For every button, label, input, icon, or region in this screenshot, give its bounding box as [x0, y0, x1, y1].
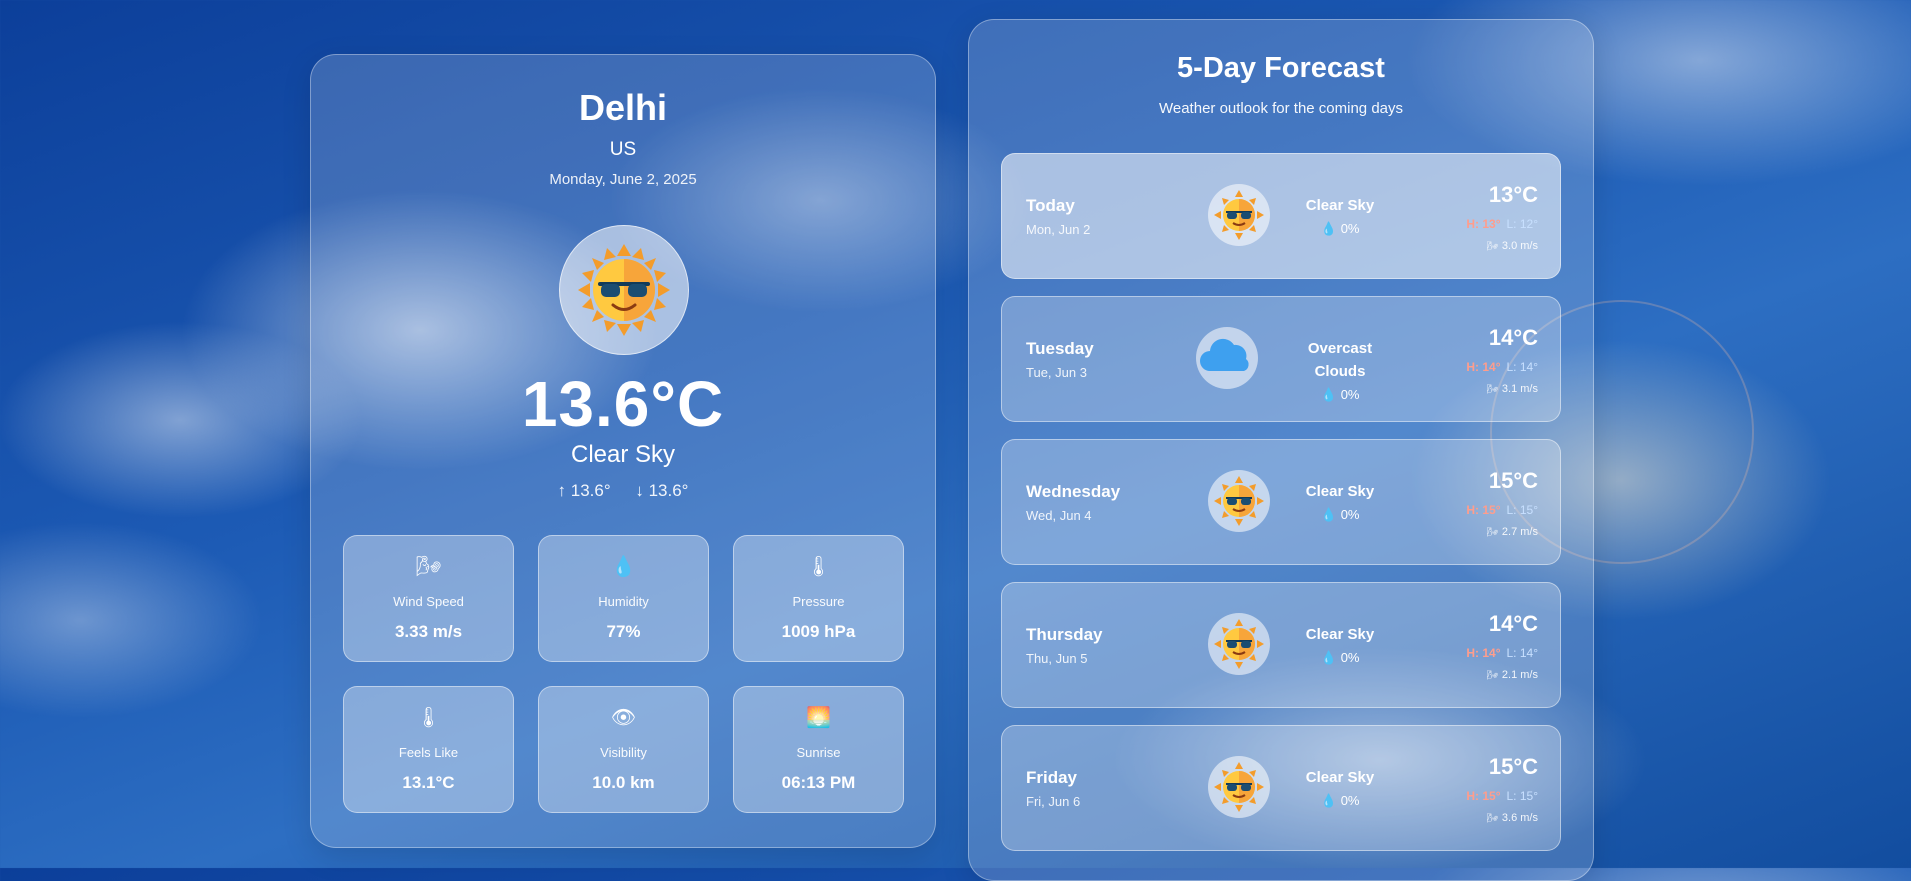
day-temperature: 14°C: [1488, 325, 1538, 350]
stat-label: Sunrise: [796, 745, 841, 760]
day-wind: 🌬 3.0 m/s: [1486, 240, 1538, 252]
day-name: Friday: [1026, 768, 1078, 787]
day-date: Fri, Jun 6: [1026, 794, 1081, 809]
stat-tile-feels-like: 🌡 Feels Like 13.1°C: [343, 686, 514, 813]
precipitation: 💧 0%: [1320, 507, 1360, 522]
forecast-title: 5-Day Forecast: [1177, 52, 1385, 84]
city-name: Delhi: [578, 87, 667, 128]
low-temp: ↓ 13.6°: [635, 481, 689, 500]
humidity-drop-icon: 💧: [611, 556, 636, 578]
arrow-up-icon: ↑: [557, 481, 567, 500]
day-high-low: H: 13° L: 12°: [1466, 217, 1538, 231]
day-high-low: H: 14° L: 14°: [1466, 646, 1538, 660]
day-high-low: H: 14° L: 14°: [1466, 360, 1538, 374]
eye-icon: 👁: [610, 707, 637, 729]
forecast-day-tuesday[interactable]: Tuesday Tue, Jun 3 Overcast Clouds 💧 0% 1…: [1001, 296, 1561, 422]
day-high-low: H: 15° L: 15°: [1466, 789, 1538, 803]
day-condition: Clear Sky 💧 0%: [1280, 194, 1400, 240]
day-wind: 🌬 2.1 m/s: [1486, 669, 1538, 681]
stat-value: 77%: [606, 622, 641, 641]
day-date: Thu, Jun 5: [1026, 651, 1088, 666]
rain-drop-icon: 💧: [1320, 221, 1337, 236]
wind-icon: 🌬: [1486, 670, 1498, 680]
wind-icon: 🌬: [1486, 384, 1498, 394]
day-condition: Clear Sky 💧 0%: [1280, 623, 1400, 669]
sun-icon: [1208, 756, 1270, 818]
wind-icon: 🌬: [1486, 241, 1498, 251]
precipitation: 💧 0%: [1320, 387, 1360, 402]
forecast-day-thursday[interactable]: Thursday Thu, Jun 5 Clear Sky 💧 0% 14°C H…: [1001, 582, 1561, 708]
current-weather-card: Delhi US Monday, June 2, 2025 13.6°C Cle…: [310, 54, 936, 848]
precipitation: 💧 0%: [1320, 793, 1360, 808]
thermometer-icon: 🌡: [415, 707, 442, 729]
day-temperature: 15°C: [1488, 468, 1538, 493]
day-condition: Overcast Clouds 💧 0%: [1280, 337, 1400, 406]
day-wind: 🌬 3.6 m/s: [1486, 812, 1538, 824]
day-date: Tue, Jun 3: [1026, 365, 1087, 380]
sunrise-icon: 🌅: [806, 707, 831, 729]
sun-icon: [1208, 184, 1270, 246]
arrow-down-icon: ↓: [635, 481, 644, 500]
stat-label: Wind Speed: [393, 594, 464, 609]
high-temp: ↑ 13.6°: [557, 481, 611, 500]
stat-value: 13.1°C: [402, 773, 455, 792]
current-condition: Clear Sky: [570, 441, 676, 468]
stat-label: Visibility: [600, 745, 647, 760]
stat-value: 3.33 m/s: [394, 622, 463, 641]
forecast-card: 5-Day Forecast Weather outlook for the c…: [968, 19, 1594, 881]
day-temperature: 15°C: [1488, 754, 1538, 779]
forecast-day-wednesday[interactable]: Wednesday Wed, Jun 4 Clear Sky 💧 0% 15°C …: [1001, 439, 1561, 565]
day-date: Wed, Jun 4: [1026, 508, 1092, 523]
forecast-day-friday[interactable]: Friday Fri, Jun 6 Clear Sky 💧 0% 15°C H: …: [1001, 725, 1561, 851]
precipitation: 💧 0%: [1320, 650, 1360, 665]
day-condition: Clear Sky 💧 0%: [1280, 480, 1400, 526]
day-name: Today: [1026, 196, 1075, 215]
day-condition: Clear Sky 💧 0%: [1280, 766, 1400, 812]
country-code: US: [609, 139, 637, 160]
sun-icon: [1208, 470, 1270, 532]
day-temperature: 14°C: [1488, 611, 1538, 636]
stat-value: 10.0 km: [592, 773, 655, 792]
stat-label: Humidity: [598, 594, 649, 609]
forecast-day-today[interactable]: Today Mon, Jun 2 Clear Sky 💧 0% 13°C H: 1…: [1001, 153, 1561, 279]
wind-icon: 🌬: [1486, 813, 1498, 823]
stat-value: 1009 hPa: [781, 622, 856, 641]
current-date: Monday, June 2, 2025: [549, 171, 697, 188]
wind-icon: 🌬: [1486, 527, 1498, 537]
day-date: Mon, Jun 2: [1026, 222, 1091, 237]
sun-with-sunglasses-icon: [559, 225, 689, 355]
day-wind: 🌬 2.7 m/s: [1486, 526, 1538, 538]
stat-tile-pressure: 🌡 Pressure 1009 hPa: [733, 535, 904, 662]
current-high-low: ↑ 13.6° ↓ 13.6°: [311, 481, 935, 501]
day-name: Wednesday: [1026, 482, 1121, 501]
stat-tile-wind-speed: 🌬 Wind Speed 3.33 m/s: [343, 535, 514, 662]
sun-icon: [1208, 613, 1270, 675]
rain-drop-icon: 💧: [1320, 507, 1337, 522]
rain-drop-icon: 💧: [1320, 650, 1337, 665]
precipitation: 💧 0%: [1320, 221, 1360, 236]
stat-tile-visibility: 👁 Visibility 10.0 km: [538, 686, 709, 813]
cloud-icon: [1196, 327, 1258, 389]
stat-label: Feels Like: [398, 745, 459, 760]
thermometer-icon: 🌡: [805, 556, 832, 578]
stat-tile-sunrise: 🌅 Sunrise 06:13 PM: [733, 686, 904, 813]
stat-label: Pressure: [792, 594, 845, 609]
day-high-low: H: 15° L: 15°: [1466, 503, 1538, 517]
day-name: Thursday: [1026, 625, 1103, 644]
stat-tile-humidity: 💧 Humidity 77%: [538, 535, 709, 662]
rain-drop-icon: 💧: [1320, 793, 1337, 808]
day-temperature: 13°C: [1488, 182, 1538, 207]
current-temperature: 13.6°C: [521, 368, 725, 440]
wind-icon: 🌬: [415, 556, 442, 578]
forecast-subtitle: Weather outlook for the coming days: [1158, 100, 1404, 117]
day-name: Tuesday: [1026, 339, 1094, 358]
stat-value: 06:13 PM: [781, 773, 856, 792]
day-wind: 🌬 3.1 m/s: [1486, 383, 1538, 395]
rain-drop-icon: 💧: [1320, 387, 1337, 402]
